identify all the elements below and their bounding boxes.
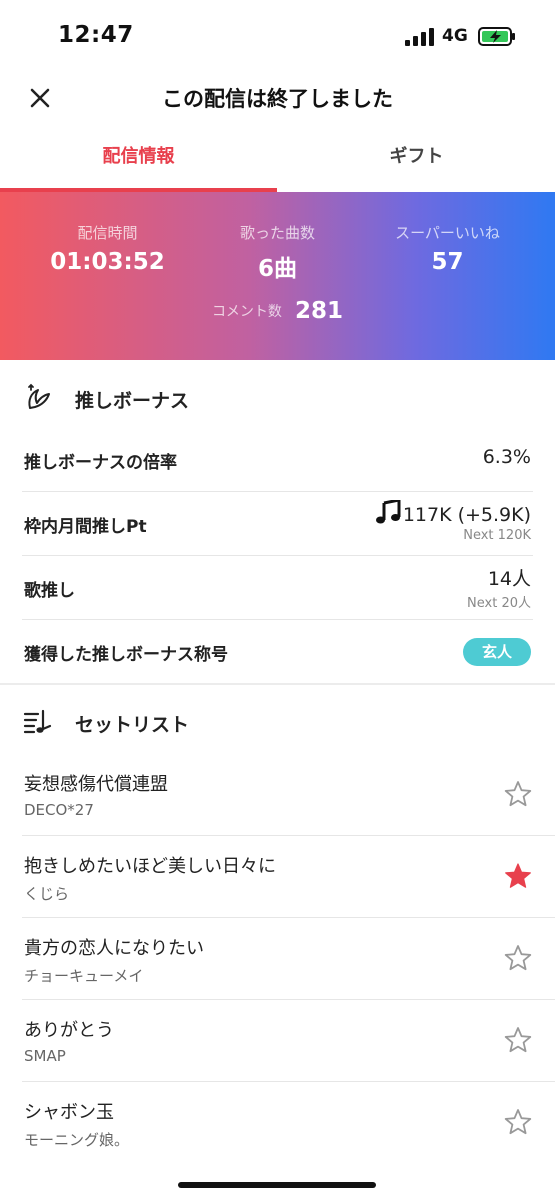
status-bar: 12:47 4G bbox=[0, 0, 555, 70]
tab-stream-info[interactable]: 配信情報 bbox=[0, 130, 277, 192]
stat-superlikes: スーパーいいね 57 bbox=[355, 222, 540, 275]
wing-icon bbox=[28, 383, 50, 409]
tab-bar: 配信情報 ギフト bbox=[0, 130, 555, 192]
section-separator bbox=[0, 683, 555, 685]
row-value: 117K (+5.9K) bbox=[402, 504, 531, 526]
signal-icon bbox=[405, 28, 435, 46]
stat-value: 6曲 bbox=[257, 256, 297, 282]
row-sub: Next 120K bbox=[463, 528, 531, 543]
song-artist: くじら bbox=[24, 885, 70, 903]
page-title: この配信は終了しました bbox=[162, 87, 393, 111]
tab-gift[interactable]: ギフト bbox=[278, 130, 555, 192]
music-note-icon bbox=[375, 500, 401, 524]
stat-songs: 歌った曲数 6曲 bbox=[185, 222, 370, 283]
row-value: 14人 bbox=[487, 568, 531, 590]
star-outline-icon[interactable] bbox=[503, 779, 533, 809]
row-sub: Next 20人 bbox=[467, 596, 531, 611]
song-artist: モーニング娘。 bbox=[24, 1131, 130, 1149]
status-time: 12:47 bbox=[58, 22, 134, 48]
stat-value: 57 bbox=[431, 249, 464, 275]
song-artist: チョーキューメイ bbox=[24, 967, 144, 985]
song-title: シャボン玉 bbox=[24, 1102, 114, 1123]
row-label: 歌推し bbox=[24, 581, 75, 601]
title-badge-row: 獲得した推しボーナス称号 玄人 bbox=[0, 620, 555, 684]
home-indicator[interactable] bbox=[178, 1182, 376, 1188]
song-title: 妄想感傷代償連盟 bbox=[24, 774, 168, 795]
song-title: ありがとう bbox=[24, 1020, 114, 1041]
setlist-icon bbox=[23, 709, 52, 734]
oshi-bonus-header: 推しボーナス bbox=[0, 368, 555, 428]
song-artist: SMAP bbox=[24, 1047, 66, 1065]
song-row[interactable]: シャボン玉 モーニング娘。 bbox=[0, 1082, 555, 1164]
section-title: 推しボーナス bbox=[75, 390, 190, 412]
title-badge: 玄人 bbox=[463, 638, 531, 666]
stat-label: スーパーいいね bbox=[395, 224, 500, 242]
star-outline-icon[interactable] bbox=[503, 1025, 533, 1055]
stat-label: 配信時間 bbox=[77, 224, 138, 242]
stat-duration: 配信時間 01:03:52 bbox=[15, 222, 200, 275]
song-title: 貴方の恋人になりたい bbox=[24, 938, 204, 959]
stat-value: 01:03:52 bbox=[50, 249, 165, 275]
row-value: 6.3% bbox=[482, 446, 531, 468]
song-row[interactable]: ありがとう SMAP bbox=[0, 1000, 555, 1082]
row-label: 推しボーナスの倍率 bbox=[24, 453, 177, 473]
network-label: 4G bbox=[442, 26, 468, 46]
song-title: 抱きしめたいほど美しい日々に bbox=[24, 856, 276, 877]
row-value-wrap: 117K (+5.9K) bbox=[375, 500, 531, 526]
song-row[interactable]: 貴方の恋人になりたい チョーキューメイ bbox=[0, 918, 555, 1000]
battery-charging-icon bbox=[478, 27, 515, 46]
stat-value: 281 bbox=[295, 298, 344, 324]
section-title: セットリスト bbox=[75, 714, 190, 736]
stat-comments: コメント数 281 bbox=[0, 298, 555, 324]
song-artist: DECO*27 bbox=[24, 801, 94, 819]
stat-label: 歌った曲数 bbox=[239, 224, 315, 242]
stat-label: コメント数 bbox=[211, 304, 282, 320]
oshi-rate-row: 推しボーナスの倍率 6.3% bbox=[0, 428, 555, 492]
header: この配信は終了しました bbox=[0, 70, 555, 126]
row-label: 獲得した推しボーナス称号 bbox=[24, 645, 228, 665]
stats-banner: 配信時間 01:03:52 歌った曲数 6曲 スーパーいいね 57 コメント数 … bbox=[0, 192, 555, 360]
song-row[interactable]: 妄想感傷代償連盟 DECO*27 bbox=[0, 754, 555, 836]
star-outline-icon[interactable] bbox=[503, 943, 533, 973]
star-filled-icon[interactable] bbox=[503, 861, 533, 891]
row-label: 枠内月間推しPt bbox=[24, 517, 147, 537]
setlist-header: セットリスト bbox=[0, 692, 555, 752]
song-row[interactable]: 抱きしめたいほど美しい日々に くじら bbox=[0, 836, 555, 918]
star-outline-icon[interactable] bbox=[503, 1107, 533, 1137]
song-oshi-row: 歌推し 14人 Next 20人 bbox=[0, 556, 555, 620]
monthly-pt-row: 枠内月間推しPt 117K (+5.9K) Next 120K bbox=[0, 492, 555, 556]
